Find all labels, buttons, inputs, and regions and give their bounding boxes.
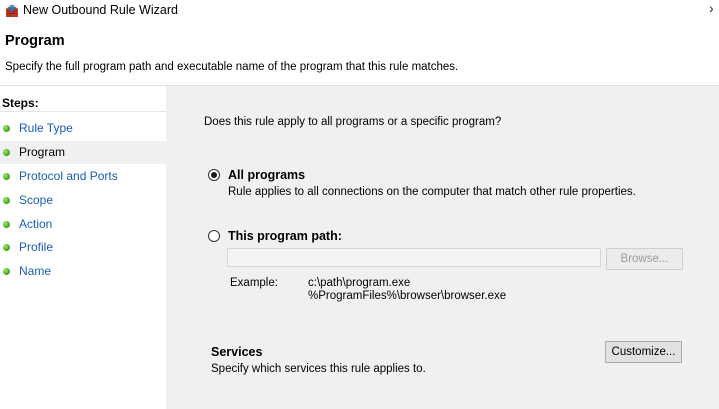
scope-question: Does this rule apply to all programs or … xyxy=(204,116,502,128)
browse-button[interactable]: Browse... xyxy=(606,248,683,270)
green-dot-icon xyxy=(3,221,10,228)
green-dot-icon xyxy=(3,149,10,156)
services-description: Specify which services this rule applies… xyxy=(211,363,426,375)
program-path-input[interactable] xyxy=(227,248,601,267)
step-label[interactable]: Name xyxy=(19,264,51,278)
page-description: Specify the full program path and execut… xyxy=(5,61,459,73)
step-scope[interactable]: Scope xyxy=(0,189,166,212)
step-label[interactable]: Action xyxy=(19,217,52,231)
example-label: Example: xyxy=(230,277,278,289)
step-label[interactable]: Program xyxy=(19,145,65,159)
step-label[interactable]: Protocol and Ports xyxy=(19,169,118,183)
all-programs-description: Rule applies to all connections on the c… xyxy=(228,186,636,198)
step-action[interactable]: Action xyxy=(0,213,166,236)
step-label[interactable]: Scope xyxy=(19,193,53,207)
green-dot-icon xyxy=(3,197,10,204)
all-programs-label[interactable]: All programs xyxy=(228,168,305,182)
example-path-2: %ProgramFiles%\browser\browser.exe xyxy=(308,290,507,302)
firewall-app-icon xyxy=(6,4,18,17)
services-title: Services xyxy=(211,345,263,359)
page-title: Program xyxy=(5,33,65,49)
program-path-label[interactable]: This program path: xyxy=(228,229,342,243)
example-path-1: c:\path\program.exe xyxy=(308,277,411,289)
step-name[interactable]: Name xyxy=(0,260,166,283)
close-icon[interactable]: › xyxy=(709,0,714,16)
step-program[interactable]: Program xyxy=(0,141,166,164)
green-dot-icon xyxy=(3,244,10,251)
content-panel: Does this rule apply to all programs or … xyxy=(166,86,719,409)
green-dot-icon xyxy=(3,125,10,132)
step-label[interactable]: Rule Type xyxy=(19,121,73,135)
green-dot-icon xyxy=(3,173,10,180)
step-rule-type[interactable]: Rule Type xyxy=(0,117,166,140)
green-dot-icon xyxy=(3,268,10,275)
title-bar: New Outbound Rule Wizard › xyxy=(0,0,719,22)
step-label[interactable]: Profile xyxy=(19,240,53,254)
step-protocol-and-ports[interactable]: Protocol and Ports xyxy=(0,165,166,188)
program-path-radio[interactable] xyxy=(208,230,220,242)
customize-button[interactable]: Customize... xyxy=(605,341,682,363)
window-title: New Outbound Rule Wizard xyxy=(23,3,178,17)
steps-divider xyxy=(0,111,166,112)
step-profile[interactable]: Profile xyxy=(0,236,166,259)
steps-heading: Steps: xyxy=(2,96,39,110)
all-programs-radio[interactable] xyxy=(208,169,220,181)
